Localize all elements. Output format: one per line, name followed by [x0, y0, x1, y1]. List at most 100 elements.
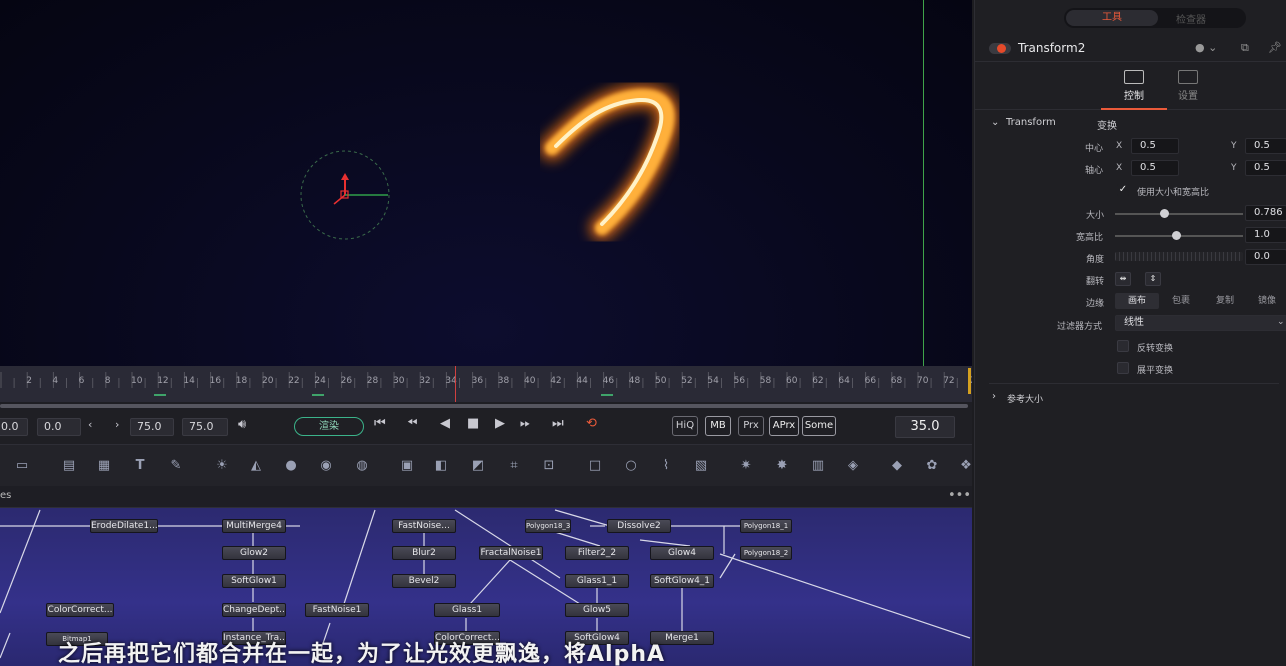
- flatten-transform-checkbox[interactable]: [1117, 362, 1129, 374]
- text-tool-icon[interactable]: T: [132, 458, 148, 474]
- keyframe-marker[interactable]: [312, 394, 324, 396]
- angle-dial[interactable]: [1115, 252, 1243, 261]
- matte-tool-icon[interactable]: ◩: [470, 458, 486, 474]
- node-glass1[interactable]: Glass1: [434, 603, 500, 617]
- play-reverse-icon[interactable]: ◀: [440, 416, 450, 431]
- tools-inspector-toggle[interactable]: 工具 检查器: [1064, 8, 1246, 28]
- pivot-y-input[interactable]: 0.5: [1245, 160, 1286, 176]
- timeline-scrollbar[interactable]: [0, 402, 972, 410]
- render-start-field[interactable]: 0.0: [37, 418, 81, 436]
- first-frame-icon[interactable]: ⏮︎: [374, 416, 386, 431]
- color-curves-icon[interactable]: ◭: [248, 458, 264, 474]
- polygon-mask-icon[interactable]: ⌇: [658, 458, 674, 474]
- node-colorcorrector-1[interactable]: ColorCorrect...: [46, 603, 114, 617]
- node-glow5[interactable]: Glow5: [565, 603, 629, 617]
- edge-mirror-option[interactable]: 镜像: [1247, 293, 1286, 309]
- 3d-merge-icon[interactable]: ✿: [924, 458, 940, 474]
- node-dissolve2[interactable]: Dissolve2: [607, 519, 671, 533]
- keyframe-marker[interactable]: [601, 394, 613, 396]
- play-icon[interactable]: ▶: [495, 416, 505, 431]
- node-softglow4-1[interactable]: SoftGlow4_1: [650, 574, 714, 588]
- node-polygon18-3[interactable]: Polygon18_3: [525, 519, 571, 533]
- center-y-input[interactable]: 0.5: [1245, 138, 1286, 154]
- render-end-marker[interactable]: [968, 368, 971, 394]
- section-title[interactable]: Transform: [1006, 117, 1056, 128]
- float-window-icon[interactable]: ⧉: [1241, 41, 1249, 55]
- node-polygon18-2[interactable]: Polygon18_2: [740, 546, 792, 560]
- transform-tool-icon[interactable]: ⊡: [541, 458, 557, 474]
- node-fastnoise1[interactable]: FastNoise1: [305, 603, 369, 617]
- aspect-slider-knob[interactable]: [1172, 231, 1181, 240]
- blur-tool-icon[interactable]: ●: [283, 458, 299, 474]
- keyframe-marker[interactable]: [154, 394, 166, 396]
- step-back-icon[interactable]: ‹: [88, 418, 92, 431]
- background-tool-icon[interactable]: ▭: [14, 458, 30, 474]
- transform-widget[interactable]: [300, 150, 390, 240]
- particle-tool-icon[interactable]: ✷: [738, 458, 754, 474]
- fast-forward-icon[interactable]: ⏩︎: [520, 416, 530, 431]
- 3d-image-plane-icon[interactable]: ◆: [889, 458, 905, 474]
- aprx-button[interactable]: APrx: [769, 416, 799, 436]
- center-x-input[interactable]: 0.5: [1131, 138, 1179, 154]
- size-slider-knob[interactable]: [1160, 209, 1169, 218]
- tools-tab[interactable]: 工具: [1066, 10, 1158, 26]
- channel-tool-icon[interactable]: ◧: [433, 458, 449, 474]
- rewind-icon[interactable]: ⏪︎: [407, 416, 417, 431]
- ellipse-mask-icon[interactable]: ○: [623, 458, 639, 474]
- node-softglow1[interactable]: SoftGlow1: [222, 574, 286, 588]
- audio-icon[interactable]: 🔊︎: [238, 417, 246, 432]
- 3d-shape-icon[interactable]: ◈: [845, 458, 861, 474]
- edge-duplicate-option[interactable]: 复制: [1203, 293, 1247, 309]
- inspector-tab[interactable]: 检查器: [1176, 11, 1206, 26]
- pivot-x-input[interactable]: 0.5: [1131, 160, 1179, 176]
- rectangle-mask-icon[interactable]: □: [587, 458, 603, 474]
- node-glass1-1[interactable]: Glass1_1: [565, 574, 629, 588]
- some-button[interactable]: Some: [802, 416, 836, 436]
- stop-icon[interactable]: ■: [467, 416, 479, 431]
- pin-icon[interactable]: 📌︎: [1268, 41, 1282, 54]
- global-start-field[interactable]: 0.0: [0, 418, 28, 436]
- prx-button[interactable]: Prx: [738, 416, 764, 436]
- 3d-render-icon[interactable]: ▥: [810, 458, 826, 474]
- node-glow4[interactable]: Glow4: [650, 546, 714, 560]
- size-input[interactable]: 0.786: [1245, 205, 1286, 221]
- flip-vertical-icon[interactable]: ⇕: [1145, 272, 1161, 286]
- drop-tool-icon[interactable]: ◉: [318, 458, 334, 474]
- reference-size-section[interactable]: 参考大小: [1007, 392, 1043, 405]
- more-options-icon[interactable]: •••: [948, 488, 971, 503]
- node-filter2-2[interactable]: Filter2_2: [565, 546, 629, 560]
- angle-input[interactable]: 0.0: [1245, 249, 1286, 265]
- hiq-button[interactable]: HiQ: [672, 416, 698, 436]
- timeline-ruler[interactable]: 2 4 6 8 10 12 14 16 18 20 22 24 26 28 30 32 34 36 38 40 42 44…: [0, 366, 972, 404]
- tab-controls[interactable]: 控制: [1101, 70, 1167, 110]
- crop-tool-icon[interactable]: ⌗: [506, 458, 522, 474]
- particle-emitter-icon[interactable]: ✸: [774, 458, 790, 474]
- use-size-aspect-checkbox[interactable]: ✓: [1117, 184, 1129, 196]
- tab-settings[interactable]: 设置: [1163, 70, 1213, 102]
- node-fastnoise2[interactable]: FastNoise...: [392, 519, 456, 533]
- global-end-field[interactable]: 75.0: [182, 418, 228, 436]
- merge-tool-icon[interactable]: ▣: [399, 458, 415, 474]
- glow-tool-icon[interactable]: ◍: [354, 458, 370, 474]
- bspline-mask-icon[interactable]: ▧: [693, 458, 709, 474]
- node-erodedilate[interactable]: ErodeDilate1...: [90, 519, 158, 533]
- node-polygon18-1[interactable]: Polygon18_1: [740, 519, 792, 533]
- aspect-input[interactable]: 1.0: [1245, 227, 1286, 243]
- image-tool-icon[interactable]: ▤: [61, 458, 77, 474]
- edge-canvas-option[interactable]: 画布: [1115, 293, 1159, 309]
- node-changedepth[interactable]: ChangeDept...: [222, 603, 286, 617]
- reference-size-chevron-icon[interactable]: ›: [992, 391, 996, 402]
- render-button[interactable]: 渲染: [294, 417, 364, 436]
- size-slider[interactable]: [1115, 213, 1243, 215]
- paint-tool-icon[interactable]: ✎: [168, 458, 184, 474]
- mb-button[interactable]: MB: [705, 416, 731, 436]
- brightness-tool-icon[interactable]: ☀: [214, 458, 230, 474]
- invert-transform-checkbox[interactable]: [1117, 340, 1129, 352]
- current-frame-field[interactable]: 35.0: [895, 416, 955, 438]
- edge-wrap-option[interactable]: 包裹: [1159, 293, 1203, 309]
- node-blur2[interactable]: Blur2: [392, 546, 456, 560]
- render-end-field[interactable]: 75.0: [130, 418, 174, 436]
- 3d-camera-icon[interactable]: ❖: [958, 458, 974, 474]
- viewer[interactable]: [0, 0, 972, 366]
- last-frame-icon[interactable]: ⏭︎: [552, 416, 564, 431]
